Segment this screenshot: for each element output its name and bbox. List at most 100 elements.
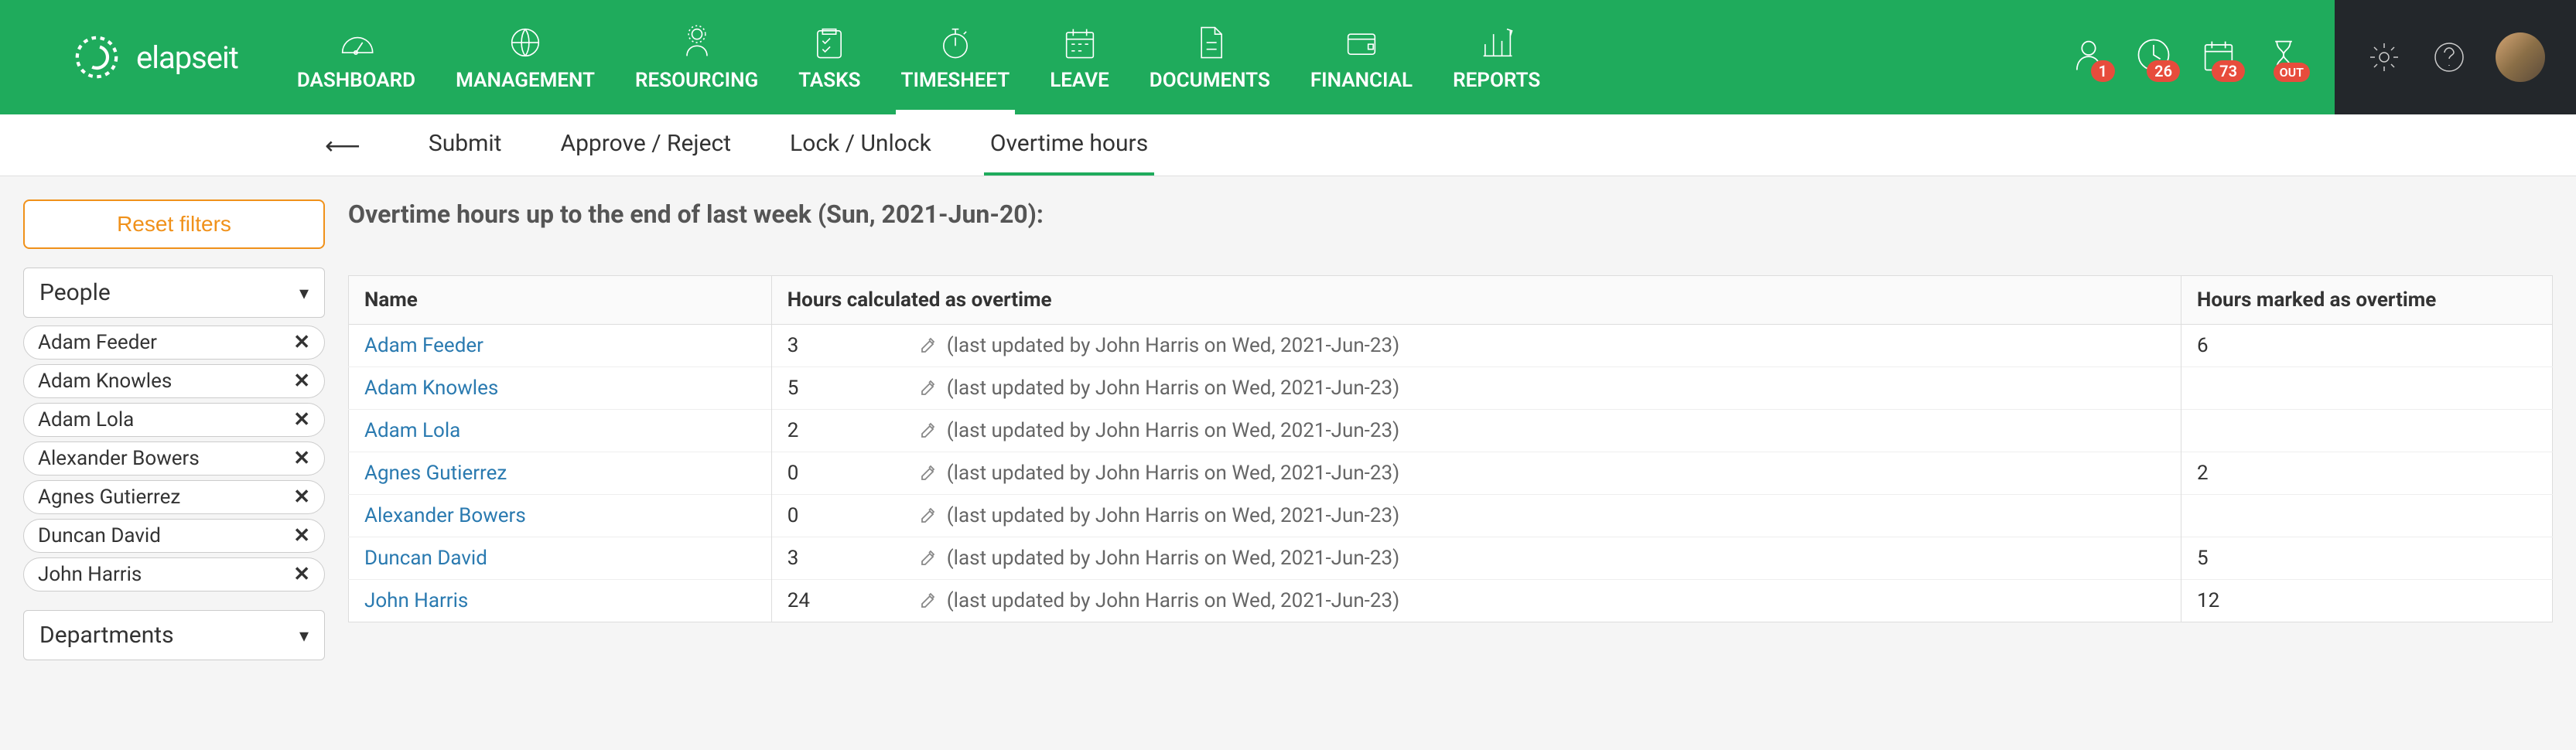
- departments-dropdown-label: Departments: [39, 622, 174, 649]
- primary-nav: DASHBOARD MANAGEMENT RESOURCING TASKS TI…: [277, 0, 2022, 114]
- filter-chip-label: Agnes Gutierrez: [38, 486, 180, 509]
- filter-chip: Alexander Bowers ✕: [23, 441, 325, 476]
- chart-icon: [1477, 22, 1517, 63]
- help-icon[interactable]: [2431, 39, 2468, 76]
- subnav-submit[interactable]: Submit: [422, 114, 508, 176]
- person-link[interactable]: Adam Lola: [364, 419, 460, 442]
- filter-chip: Adam Lola✕: [23, 403, 325, 437]
- edit-icon[interactable]: [919, 591, 938, 610]
- timesheet-subnav: ⟵ Submit Approve / Reject Lock / Unlock …: [0, 114, 2576, 176]
- filter-chip: Agnes Gutierrez ✕: [23, 480, 325, 514]
- time-badge: 26: [2147, 60, 2180, 82]
- person-gear-icon: [677, 22, 717, 63]
- header-notifications: 1 26 73 OUT: [2022, 0, 2335, 114]
- remove-filter-icon[interactable]: ✕: [293, 486, 310, 509]
- gear-icon[interactable]: [2366, 39, 2403, 76]
- table-row: Duncan David 3 (last updated by John Harri…: [349, 537, 2553, 580]
- edit-icon[interactable]: [919, 379, 938, 397]
- table-row: Agnes Gutierrez0(last updated by John Ha…: [349, 452, 2553, 495]
- filter-chip-label: Alexander Bowers: [38, 447, 200, 470]
- back-arrow-icon[interactable]: ⟵: [309, 131, 376, 160]
- filter-chip: Adam Feeder ✕: [23, 326, 325, 360]
- people-filter-chips: Adam Feeder✕Adam Knowles✕Adam Lola✕Alexa…: [23, 326, 325, 591]
- edit-icon[interactable]: [919, 464, 938, 482]
- table-row: Adam Knowles 5 (last updated by John Harri…: [349, 367, 2553, 410]
- remove-filter-icon[interactable]: ✕: [293, 563, 310, 586]
- table-row: Adam Lola2(last updated by John Harris o…: [349, 410, 2553, 452]
- wallet-icon: [1341, 22, 1382, 63]
- overtime-table: Name Hours calculated as overtime Hours …: [348, 275, 2553, 622]
- remove-filter-icon[interactable]: ✕: [293, 331, 310, 354]
- remove-filter-icon[interactable]: ✕: [293, 447, 310, 470]
- edit-icon[interactable]: [919, 549, 938, 568]
- document-icon: [1190, 22, 1230, 63]
- out-notification[interactable]: OUT: [2263, 35, 2304, 80]
- table-row: John Harris24(last updated by John Harri…: [349, 580, 2553, 622]
- hours-calculated-value: 24: [787, 589, 919, 612]
- person-link[interactable]: Adam Feeder: [364, 334, 483, 357]
- edit-icon[interactable]: [919, 336, 938, 355]
- table-row: Alexander Bowers0(last updated by John H…: [349, 495, 2553, 537]
- last-updated-text: (last updated by John Harris on Wed, 202…: [947, 334, 1399, 357]
- person-link[interactable]: Alexander Bowers: [364, 504, 526, 527]
- edit-icon[interactable]: [919, 506, 938, 525]
- nav-documents[interactable]: DOCUMENTS: [1129, 0, 1290, 114]
- people-notification[interactable]: 1: [2069, 35, 2109, 80]
- subnav-approve-reject[interactable]: Approve / Reject: [555, 114, 738, 176]
- filter-chip-label: Adam Knowles: [38, 370, 172, 393]
- hours-marked-value: [2181, 367, 2553, 410]
- remove-filter-icon[interactable]: ✕: [293, 370, 310, 393]
- col-name: Name: [349, 276, 772, 325]
- time-notification[interactable]: 26: [2134, 35, 2174, 80]
- reset-filters-button[interactable]: Reset filters: [23, 199, 325, 249]
- people-dropdown-label: People: [39, 279, 111, 306]
- globe-icon: [505, 22, 545, 63]
- nav-tasks[interactable]: TASKS: [778, 0, 880, 114]
- calendar-notification[interactable]: 73: [2198, 35, 2239, 80]
- remove-filter-icon[interactable]: ✕: [293, 524, 310, 547]
- people-dropdown[interactable]: People ▾: [23, 268, 325, 318]
- subnav-lock-unlock[interactable]: Lock / Unlock: [784, 114, 938, 176]
- person-link[interactable]: Adam Knowles: [364, 377, 498, 400]
- nav-resourcing[interactable]: RESOURCING: [615, 0, 778, 114]
- out-badge: OUT: [2274, 63, 2310, 82]
- header-tools: [2335, 0, 2576, 114]
- departments-dropdown[interactable]: Departments ▾: [23, 610, 325, 660]
- nav-dashboard[interactable]: DASHBOARD: [277, 0, 436, 114]
- page-title: Overtime hours up to the end of last wee…: [348, 199, 2553, 229]
- chevron-down-icon: ▾: [299, 625, 309, 646]
- last-updated-text: (last updated by John Harris on Wed, 202…: [947, 419, 1399, 442]
- filter-chip: Adam Knowles ✕: [23, 364, 325, 398]
- person-link[interactable]: Agnes Gutierrez: [364, 462, 507, 485]
- nav-financial[interactable]: FINANCIAL: [1290, 0, 1433, 114]
- nav-reports[interactable]: REPORTS: [1433, 0, 1560, 114]
- stopwatch-icon: [935, 22, 975, 63]
- subnav-overtime-hours[interactable]: Overtime hours: [984, 114, 1154, 176]
- remove-filter-icon[interactable]: ✕: [293, 408, 310, 431]
- filter-chip-label: Adam Feeder: [38, 331, 157, 354]
- hours-calculated-value: 5: [787, 377, 919, 400]
- nav-management[interactable]: MANAGEMENT: [436, 0, 615, 114]
- chevron-down-icon: ▾: [299, 282, 309, 304]
- edit-icon[interactable]: [919, 421, 938, 440]
- last-updated-text: (last updated by John Harris on Wed, 202…: [947, 377, 1399, 400]
- nav-timesheet[interactable]: TIMESHEET: [880, 0, 1030, 114]
- person-link[interactable]: John Harris: [364, 589, 468, 612]
- calendar-badge: 73: [2212, 60, 2245, 82]
- hours-calculated-value: 0: [787, 504, 919, 527]
- logo[interactable]: elapseit: [0, 0, 277, 114]
- hours-marked-value: [2181, 410, 2553, 452]
- avatar[interactable]: [2496, 32, 2545, 82]
- calendar-icon: [1060, 22, 1100, 63]
- hours-marked-value: 12: [2181, 580, 2553, 622]
- hours-calculated-value: 0: [787, 462, 919, 485]
- person-link[interactable]: Duncan David: [364, 547, 487, 570]
- nav-leave[interactable]: LEAVE: [1030, 0, 1129, 114]
- dashboard-icon: [336, 22, 376, 63]
- hours-calculated-value: 3: [787, 547, 919, 570]
- last-updated-text: (last updated by John Harris on Wed, 202…: [947, 547, 1399, 570]
- filters-sidebar: Reset filters People ▾ Adam Feeder✕Adam …: [23, 199, 325, 668]
- table-row: Adam Feeder3(last updated by John Harris…: [349, 325, 2553, 367]
- hours-marked-value: 5: [2181, 537, 2553, 580]
- logo-text: elapseit: [136, 39, 238, 76]
